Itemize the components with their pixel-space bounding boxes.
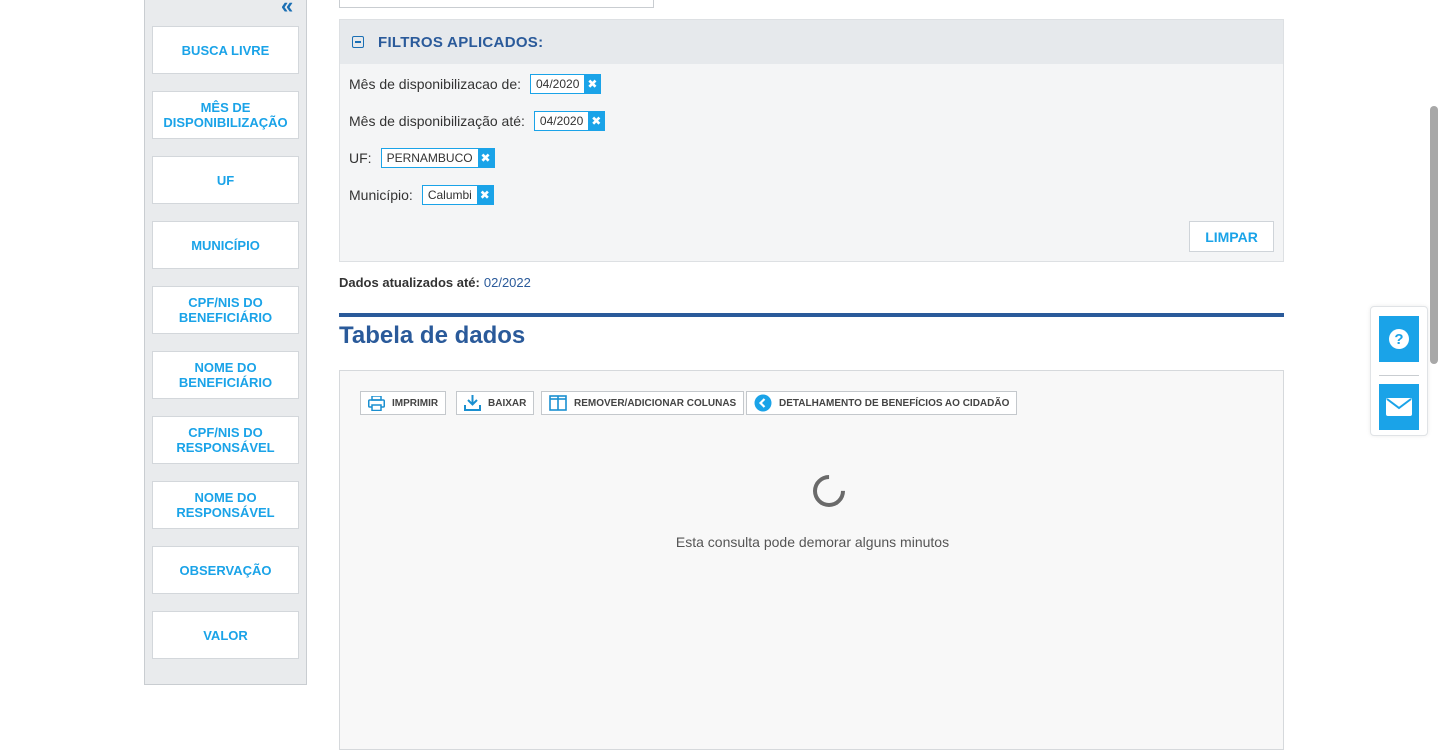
filter-row: Mês de disponibilizacao de: 04/2020 ✖ [349, 74, 602, 94]
remove-filter-icon[interactable]: ✖ [588, 112, 605, 130]
filter-chip-value: 04/2020 [536, 77, 580, 91]
filter-label: Município: [349, 187, 413, 203]
download-button[interactable]: BAIXAR [456, 391, 535, 415]
applied-filters-panel: FILTROS APLICADOS: Mês de disponibilizac… [339, 19, 1284, 262]
filter-chip: PERNAMBUCO ✖ [380, 148, 495, 168]
data-updated-info: Dados atualizados até: 02/2022 [339, 275, 531, 290]
print-button[interactable]: IMPRIMIR [360, 391, 447, 415]
sidebar-item-mes-disponibilizacao[interactable]: MÊS DE DISPONIBILIZAÇÃO [152, 91, 299, 139]
floating-separator [1379, 375, 1419, 376]
filter-label: Mês de disponibilizacao de: [349, 76, 521, 92]
sidebar-item-uf[interactable]: UF [152, 156, 299, 204]
filter-chip-value: PERNAMBUCO [386, 151, 473, 165]
download-icon [464, 395, 481, 411]
toggle-columns-label: REMOVER/ADICIONAR COLUNAS [574, 397, 737, 409]
collapse-sidebar-icon[interactable]: « [281, 0, 293, 19]
filter-label: Mês de disponibilização até: [349, 113, 525, 129]
svg-text:?: ? [1394, 331, 1403, 348]
columns-icon [549, 395, 567, 411]
benefit-details-button[interactable]: DETALHAMENTO DE BENEFÍCIOS AO CIDADÃO [746, 391, 1018, 415]
loading-spinner-icon [806, 468, 852, 514]
data-updated-label: Dados atualizados até: [339, 275, 480, 290]
printer-icon [368, 395, 385, 411]
filter-row: Município: Calumbi ✖ [349, 185, 494, 205]
data-updated-value: 02/2022 [483, 275, 531, 290]
sidebar-item-nome-beneficiario[interactable]: NOME DO BENEFICIÁRIO [152, 351, 299, 399]
sidebar-item-nome-responsavel[interactable]: NOME DO RESPONSÁVEL [152, 481, 299, 529]
filter-chip: 04/2020 ✖ [533, 111, 606, 131]
table-section-title: Tabela de dados [339, 322, 526, 349]
print-label: IMPRIMIR [392, 397, 439, 409]
sidebar-item-cpf-nis-beneficiario[interactable]: CPF/NIS DO BENEFICIÁRIO [152, 286, 299, 334]
remove-filter-icon[interactable]: ✖ [476, 186, 493, 204]
contact-button[interactable] [1379, 384, 1419, 430]
filter-sidebar: « BUSCA LIVRE MÊS DE DISPONIBILIZAÇÃO UF… [144, 0, 307, 685]
collapse-minus-icon[interactable] [352, 36, 364, 48]
clear-filters-button[interactable]: LIMPAR [1189, 221, 1274, 252]
loading-message: Esta consulta pode demorar alguns minuto… [675, 534, 950, 550]
applied-filters-header[interactable]: FILTROS APLICADOS: [340, 20, 1283, 64]
benefit-details-label: DETALHAMENTO DE BENEFÍCIOS AO CIDADÃO [779, 397, 1010, 409]
toggle-columns-button[interactable]: REMOVER/ADICIONAR COLUNAS [541, 391, 745, 415]
filter-label: UF: [349, 150, 372, 166]
filter-row: UF: PERNAMBUCO ✖ [349, 148, 495, 168]
help-icon: ? [1389, 329, 1409, 349]
filter-chip: 04/2020 ✖ [530, 74, 602, 94]
help-button[interactable]: ? [1379, 316, 1419, 362]
filter-chip: Calumbi ✖ [421, 185, 494, 205]
applied-filters-title: FILTROS APLICADOS: [378, 33, 544, 51]
page-scrollbar[interactable] [1430, 106, 1438, 364]
download-label: BAIXAR [488, 397, 527, 409]
sidebar-item-cpf-nis-responsavel[interactable]: CPF/NIS DO RESPONSÁVEL [152, 416, 299, 464]
remove-filter-icon[interactable]: ✖ [477, 149, 494, 167]
filter-row: Mês de disponibilização até: 04/2020 ✖ [349, 111, 606, 131]
sidebar-item-valor[interactable]: VALOR [152, 611, 299, 659]
chevron-left-circle-icon [754, 394, 772, 412]
data-table-container: IMPRIMIR BAIXAR REMOVER/ADICIONAR COLUNA… [339, 370, 1284, 750]
filter-chip-value: Calumbi [427, 188, 472, 202]
section-divider [339, 313, 1284, 317]
floating-help-panel: ? [1370, 306, 1428, 436]
filter-chip-value: 04/2020 [539, 114, 584, 128]
top-search-field[interactable] [339, 0, 654, 8]
sidebar-item-observacao[interactable]: OBSERVAÇÃO [152, 546, 299, 594]
sidebar-item-municipio[interactable]: MUNICÍPIO [152, 221, 299, 269]
sidebar-item-busca-livre[interactable]: BUSCA LIVRE [152, 26, 299, 74]
mail-icon [1386, 398, 1412, 416]
remove-filter-icon[interactable]: ✖ [584, 75, 601, 93]
